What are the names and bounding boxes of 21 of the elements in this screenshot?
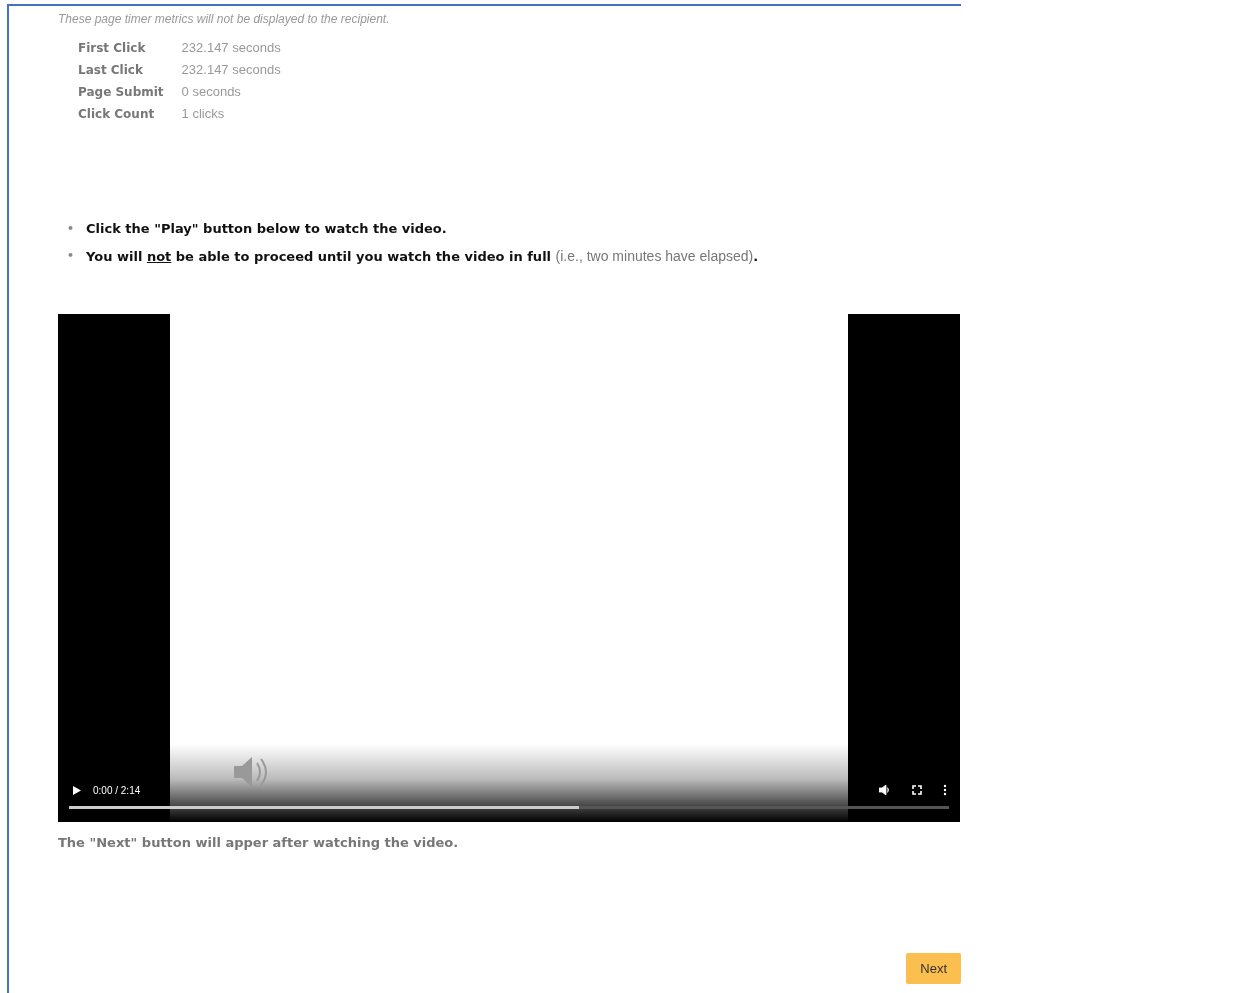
metric-value: 1 clicks — [181, 106, 226, 122]
metric-label: Click Count — [78, 106, 156, 122]
notice-text: These page timer metrics will not be displayed to the recipient. — [58, 12, 391, 26]
fullscreen-icon[interactable] — [911, 785, 923, 795]
progress-bar[interactable] — [69, 806, 949, 809]
metric-value: 232.147 seconds — [181, 40, 281, 56]
metric-label: Last Click — [78, 62, 144, 78]
bullet-mark: • — [67, 221, 75, 237]
metric-label: Page Submit — [78, 84, 164, 100]
instruction-text: You will not be able to proceed until you watch the video in full (i.e., two minutes have elapsed). — [86, 247, 759, 266]
metric-value: 0 seconds — [181, 84, 242, 100]
metric-value: 232.147 seconds — [181, 62, 281, 78]
time-display: 0:00 / 2:14 — [93, 784, 141, 796]
metric-label: First Click — [78, 40, 147, 56]
bullet-mark: • — [67, 248, 75, 264]
play-icon[interactable] — [73, 785, 81, 795]
volume-icon[interactable] — [879, 785, 891, 795]
caption-text: The "Next" button will apper after watching the video. — [58, 835, 460, 850]
next-button[interactable]: Next — [906, 953, 961, 984]
instruction-text: Click the "Play" button below to watch the video. — [86, 220, 447, 238]
more-icon[interactable] — [943, 784, 947, 796]
